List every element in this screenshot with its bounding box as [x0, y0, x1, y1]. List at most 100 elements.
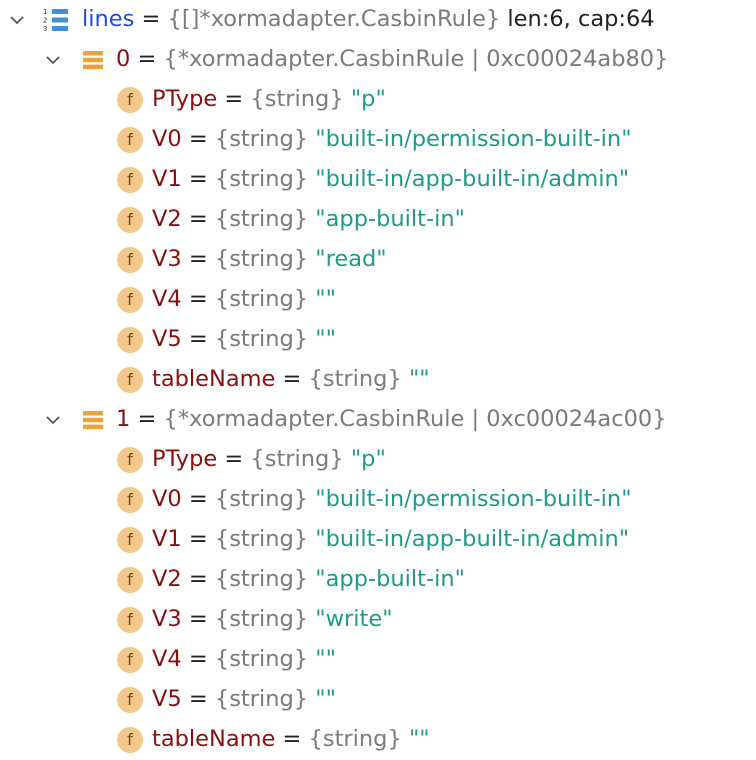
tree-row-field[interactable]: f V4 = {string} "" [0, 640, 756, 680]
chevron-down-icon[interactable] [42, 409, 64, 431]
tree-row-field[interactable]: f V4 = {string} "" [0, 280, 756, 320]
equals-sign: = [181, 606, 215, 632]
tree-row-root[interactable]: 1 2 3 lines = {[]*xormadapter.CasbinRule… [0, 0, 756, 40]
field-name: V5 [152, 686, 182, 712]
field-type: {string} [214, 686, 309, 712]
tree-row-field[interactable]: f PType = {string} "p" [0, 80, 756, 120]
element-entry: 0 = {*xormadapter.CasbinRule | 0xc00024a… [116, 46, 668, 72]
field-icon: f [117, 487, 143, 513]
field-value: "built-in/app-built-in/admin" [315, 166, 630, 192]
field-name: V2 [152, 206, 182, 232]
tree-row-field[interactable]: f V5 = {string} "" [0, 680, 756, 720]
field-name: V5 [152, 326, 182, 352]
field-value: "write" [315, 606, 393, 632]
tree-row-field[interactable]: f V5 = {string} "" [0, 320, 756, 360]
field-type: {string} [214, 526, 309, 552]
field-entry: tableName = {string} "" [152, 366, 430, 392]
field-name: tableName [152, 366, 276, 392]
equals-sign: = [130, 406, 164, 432]
field-entry: V2 = {string} "app-built-in" [152, 206, 465, 232]
field-entry: PType = {string} "p" [152, 446, 386, 472]
field-type: {string} [308, 726, 402, 752]
field-entry: V2 = {string} "app-built-in" [152, 566, 465, 592]
tree-row-field[interactable]: f V2 = {string} "app-built-in" [0, 560, 756, 600]
field-icon: f [117, 247, 143, 273]
field-entry: V0 = {string} "built-in/permission-built… [152, 126, 632, 152]
field-entry: V3 = {string} "read" [152, 246, 387, 272]
array-icon: 1 2 3 [42, 7, 70, 33]
field-type: {string} [214, 246, 309, 272]
tree-row-field[interactable]: f V1 = {string} "built-in/app-built-in/a… [0, 160, 756, 200]
tree-row-field[interactable]: f V2 = {string} "app-built-in" [0, 200, 756, 240]
field-name: PType [152, 446, 218, 472]
element-type: {*xormadapter.CasbinRule | 0xc00024ac00} [163, 406, 667, 432]
field-icon: f [117, 447, 143, 473]
field-icon: f [117, 607, 143, 633]
element-type: {*xormadapter.CasbinRule | 0xc00024ab80} [163, 46, 669, 72]
field-value: "" [315, 686, 336, 712]
field-value: "built-in/permission-built-in" [315, 126, 632, 152]
field-type: {string} [214, 566, 309, 592]
svg-text:3: 3 [43, 25, 47, 33]
field-icon: f [117, 367, 143, 393]
field-name: V4 [152, 646, 182, 672]
tree-row-field[interactable]: f V0 = {string} "built-in/permission-bui… [0, 480, 756, 520]
field-value: "" [408, 366, 430, 392]
field-type: {string} [214, 206, 309, 232]
field-value: "app-built-in" [315, 206, 465, 232]
tree-row-field[interactable]: f V3 = {string} "write" [0, 600, 756, 640]
field-name: V3 [152, 246, 182, 272]
field-icon: f [117, 567, 143, 593]
equals-sign: = [130, 46, 164, 72]
equals-sign: = [217, 446, 251, 472]
tree-row-field[interactable]: f PType = {string} "p" [0, 440, 756, 480]
equals-sign: = [181, 246, 215, 272]
field-value: "" [315, 286, 336, 312]
element-index: 1 [116, 406, 131, 432]
field-name: PType [152, 86, 218, 112]
field-value: "read" [315, 246, 387, 272]
tree-row-field[interactable]: f tableName = {string} "" [0, 720, 756, 760]
equals-sign: = [181, 206, 215, 232]
variable-name: lines [82, 6, 135, 32]
element-entry: 1 = {*xormadapter.CasbinRule | 0xc00024a… [116, 406, 667, 432]
chevron-down-icon[interactable] [6, 9, 28, 31]
tree-row-field[interactable]: f V3 = {string} "read" [0, 240, 756, 280]
tree-row-field[interactable]: f V1 = {string} "built-in/app-built-in/a… [0, 520, 756, 560]
field-type: {string} [214, 606, 309, 632]
variable-meta: len:6, cap:64 [507, 6, 655, 32]
field-icon: f [117, 127, 143, 153]
element-index: 0 [116, 46, 131, 72]
tree-row-element[interactable]: 1 = {*xormadapter.CasbinRule | 0xc00024a… [0, 400, 756, 440]
field-entry: PType = {string} "p" [152, 86, 386, 112]
field-name: V2 [152, 566, 182, 592]
equals-sign: = [181, 566, 215, 592]
field-value: "" [315, 326, 336, 352]
field-icon: f [117, 687, 143, 713]
equals-sign: = [217, 86, 251, 112]
field-type: {string} [214, 126, 309, 152]
field-type: {string} [214, 166, 309, 192]
equals-sign: = [181, 126, 215, 152]
chevron-down-icon[interactable] [42, 49, 64, 71]
struct-icon [82, 409, 104, 431]
field-value: "app-built-in" [315, 566, 465, 592]
field-name: V1 [152, 526, 182, 552]
tree-row-field[interactable]: f tableName = {string} "" [0, 360, 756, 400]
equals-sign: = [181, 166, 215, 192]
equals-sign: = [181, 646, 215, 672]
field-name: V4 [152, 286, 182, 312]
field-type: {string} [250, 86, 344, 112]
svg-text:2: 2 [43, 17, 47, 25]
field-entry: V5 = {string} "" [152, 326, 336, 352]
field-entry: V1 = {string} "built-in/app-built-in/adm… [152, 166, 629, 192]
field-icon: f [117, 727, 143, 753]
field-type: {string} [214, 646, 309, 672]
field-value: "p" [350, 446, 386, 472]
field-icon: f [117, 207, 143, 233]
tree-row-field[interactable]: f V0 = {string} "built-in/permission-bui… [0, 120, 756, 160]
tree-row-element[interactable]: 0 = {*xormadapter.CasbinRule | 0xc00024a… [0, 40, 756, 80]
field-value: "p" [350, 86, 386, 112]
field-name: tableName [152, 726, 276, 752]
field-entry: tableName = {string} "" [152, 726, 430, 752]
